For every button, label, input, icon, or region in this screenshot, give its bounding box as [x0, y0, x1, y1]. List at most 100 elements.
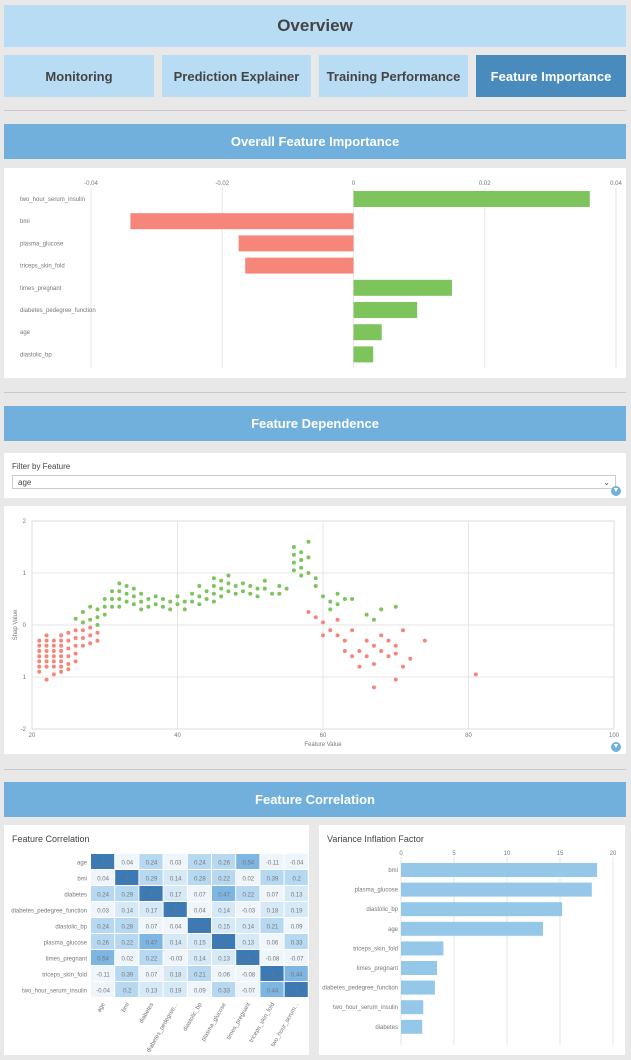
divider — [4, 392, 626, 393]
heatmap-row-label: triceps_skin_fold — [42, 973, 87, 979]
scatter-point — [44, 659, 49, 664]
heatmap-cell-value: 0.54 — [97, 957, 109, 963]
scatter-point — [124, 591, 129, 596]
scatter-point — [371, 685, 376, 690]
scatter-point — [335, 633, 340, 638]
tab-monitoring[interactable]: Monitoring — [4, 55, 154, 97]
scatter-point — [211, 591, 216, 596]
scatter-point — [66, 662, 71, 666]
divider — [4, 769, 626, 770]
scatter-point — [51, 659, 56, 664]
heatmap-cell-value: 0.24 — [146, 861, 158, 867]
scatter-point — [226, 589, 231, 594]
scatter-point — [291, 545, 296, 549]
x-tick-label: 80 — [465, 733, 472, 739]
scatter-point — [306, 539, 311, 544]
scatter-point — [88, 617, 93, 622]
scatter-point — [37, 643, 42, 648]
scatter-point — [240, 581, 245, 586]
scatter-point — [422, 638, 427, 643]
tab-training-performance[interactable]: Training Performance — [319, 55, 468, 97]
scatter-point — [73, 636, 78, 640]
tab-prediction-explainer[interactable]: Prediction Explainer — [162, 55, 311, 97]
vif-bar — [401, 863, 598, 877]
section-feature-correlation[interactable]: Feature Correlation — [4, 782, 626, 817]
scatter-point — [44, 654, 49, 659]
heatmap-cell-value: 0.22 — [146, 957, 158, 963]
scatter-point — [59, 649, 64, 653]
x-tick-label: 40 — [174, 733, 181, 739]
scatter-point — [95, 607, 100, 612]
y-tick-label: 2 — [23, 519, 27, 525]
collapse-icon[interactable]: ▼ — [611, 486, 621, 496]
tick-label: 0.04 — [610, 181, 622, 187]
scatter-point — [335, 591, 340, 596]
scatter-point — [371, 643, 376, 648]
vif-category-label: bmi — [388, 868, 398, 874]
filter-card: Filter by Feature age ⌄ ▼ — [4, 453, 626, 498]
scatter-point — [153, 594, 158, 599]
heatmap-row-label: bmi — [77, 877, 87, 883]
heatmap-cell-value: 0.14 — [170, 877, 182, 883]
scatter-point — [197, 602, 202, 607]
vif-bar — [401, 902, 563, 917]
importance-bar — [353, 346, 374, 363]
section-overall-feature-importance[interactable]: Overall Feature Importance — [4, 124, 626, 159]
feature-select[interactable]: age ⌄ — [12, 475, 616, 489]
divider — [4, 110, 626, 111]
dependence-card: 20 40 60 80 100 2 1 0 1 -2 Feature Value Shap Value… — [4, 506, 626, 754]
heatmap-col-label: two_hour_serum... — [270, 1002, 300, 1048]
heatmap-cell-value: 0.24 — [97, 893, 109, 899]
vif-card: Variance Inflation Factor 0 5 10 15 20 bmi pla… — [319, 825, 625, 1055]
scatter-point — [226, 581, 231, 586]
heatmap-col-label: times_pregnant — [226, 1002, 252, 1041]
scatter-point — [117, 589, 122, 594]
heatmap-cell-value: 0.07 — [194, 893, 206, 899]
scatter-point — [110, 597, 115, 601]
scatter-point — [313, 584, 318, 588]
scatter-point — [44, 633, 49, 638]
y-tick-label: -2 — [21, 727, 27, 733]
scatter-point — [364, 638, 369, 643]
heatmap-cell-value: 0.22 — [218, 877, 230, 883]
tick-label: 15 — [557, 851, 564, 857]
scatter-point — [88, 641, 93, 646]
heatmap-cell-value: -0.04 — [96, 989, 110, 995]
vif-bar — [401, 961, 438, 975]
scatter-point — [379, 633, 384, 638]
scatter-point — [219, 594, 224, 599]
heatmap-cell-value: 0.24 — [194, 861, 206, 867]
scatter-point — [59, 638, 64, 643]
scatter-point — [51, 649, 56, 653]
overview-header: Overview — [4, 5, 626, 47]
vif-category-label: plasma_glucose — [355, 888, 399, 894]
scatter-point — [73, 643, 78, 648]
scatter-point — [408, 656, 413, 661]
heatmap-cell-value: 0.26 — [218, 861, 230, 867]
scatter-point — [473, 672, 478, 677]
tick-label: 0 — [352, 181, 356, 187]
section-feature-dependence[interactable]: Feature Dependence — [4, 406, 626, 441]
heatmap-cell-value: 0.2 — [123, 989, 132, 995]
scatter-point — [328, 599, 333, 604]
scatter-point — [262, 586, 267, 591]
category-label: diabetes_pedegree_function — [20, 308, 96, 314]
importance-bar — [353, 191, 590, 207]
collapse-icon[interactable]: ▼ — [611, 742, 621, 752]
x-tick-label: 100 — [609, 733, 620, 739]
heatmap-cell-value: 0.06 — [267, 941, 279, 947]
correlation-heatmap: age 1 0.04 0.24 0.03 0.24 0.26 0.54 -0.11 -0.04bm… — [11, 854, 308, 1054]
scatter-point — [401, 628, 406, 633]
scatter-point — [37, 669, 42, 674]
scatter-point — [66, 654, 71, 659]
heatmap-cell-value: -0.04 — [290, 861, 304, 867]
heatmap-cell-value: 0.18 — [267, 909, 279, 915]
heatmap-cell-value: 0.2 — [293, 877, 302, 883]
heatmap-cell-value: -0.11 — [96, 973, 110, 979]
scatter-point — [95, 623, 100, 627]
tab-feature-importance[interactable]: Feature Importance — [476, 55, 626, 97]
tick-label: 10 — [504, 851, 511, 857]
heatmap-cell-value: 0.03 — [97, 909, 109, 915]
scatter-point — [88, 604, 93, 609]
scatter-point — [37, 659, 42, 664]
